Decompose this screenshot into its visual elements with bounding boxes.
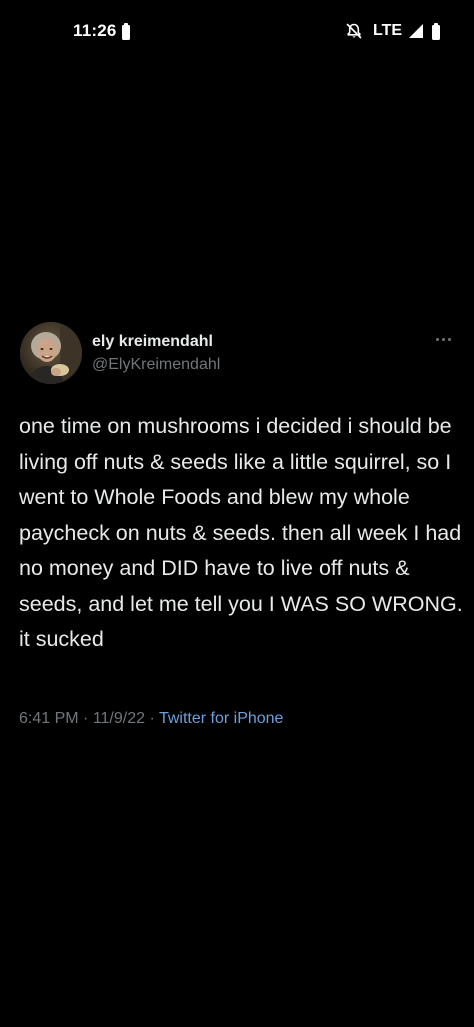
more-horizontal-icon [435,337,451,341]
author-name[interactable]: ely kreimendahl [92,333,213,351]
mute-icon [346,23,362,39]
tweet-source[interactable]: Twitter for iPhone [159,710,284,727]
signal-icon [409,24,423,38]
avatar[interactable] [20,322,82,384]
avatar-photo [20,322,82,384]
author-handle[interactable]: @ElyKreimendahl [92,356,220,374]
more-options-button[interactable] [430,330,456,348]
meta-separator: · [145,710,159,727]
status-time: 11:26 [73,21,117,40]
meta-separator: · [78,710,93,727]
status-bar: 11:26 LTE [0,0,474,62]
battery-icon [432,23,440,40]
tweet-text: one time on mushrooms i decided i should… [19,414,463,651]
tweet-date[interactable]: 11/9/22 [93,710,145,727]
battery-icon [122,23,130,40]
tweet-meta: 6:41 PM · 11/9/22 · Twitter for iPhone [19,710,283,728]
network-type: LTE [373,22,403,39]
tweet-time[interactable]: 6:41 PM [19,710,79,727]
